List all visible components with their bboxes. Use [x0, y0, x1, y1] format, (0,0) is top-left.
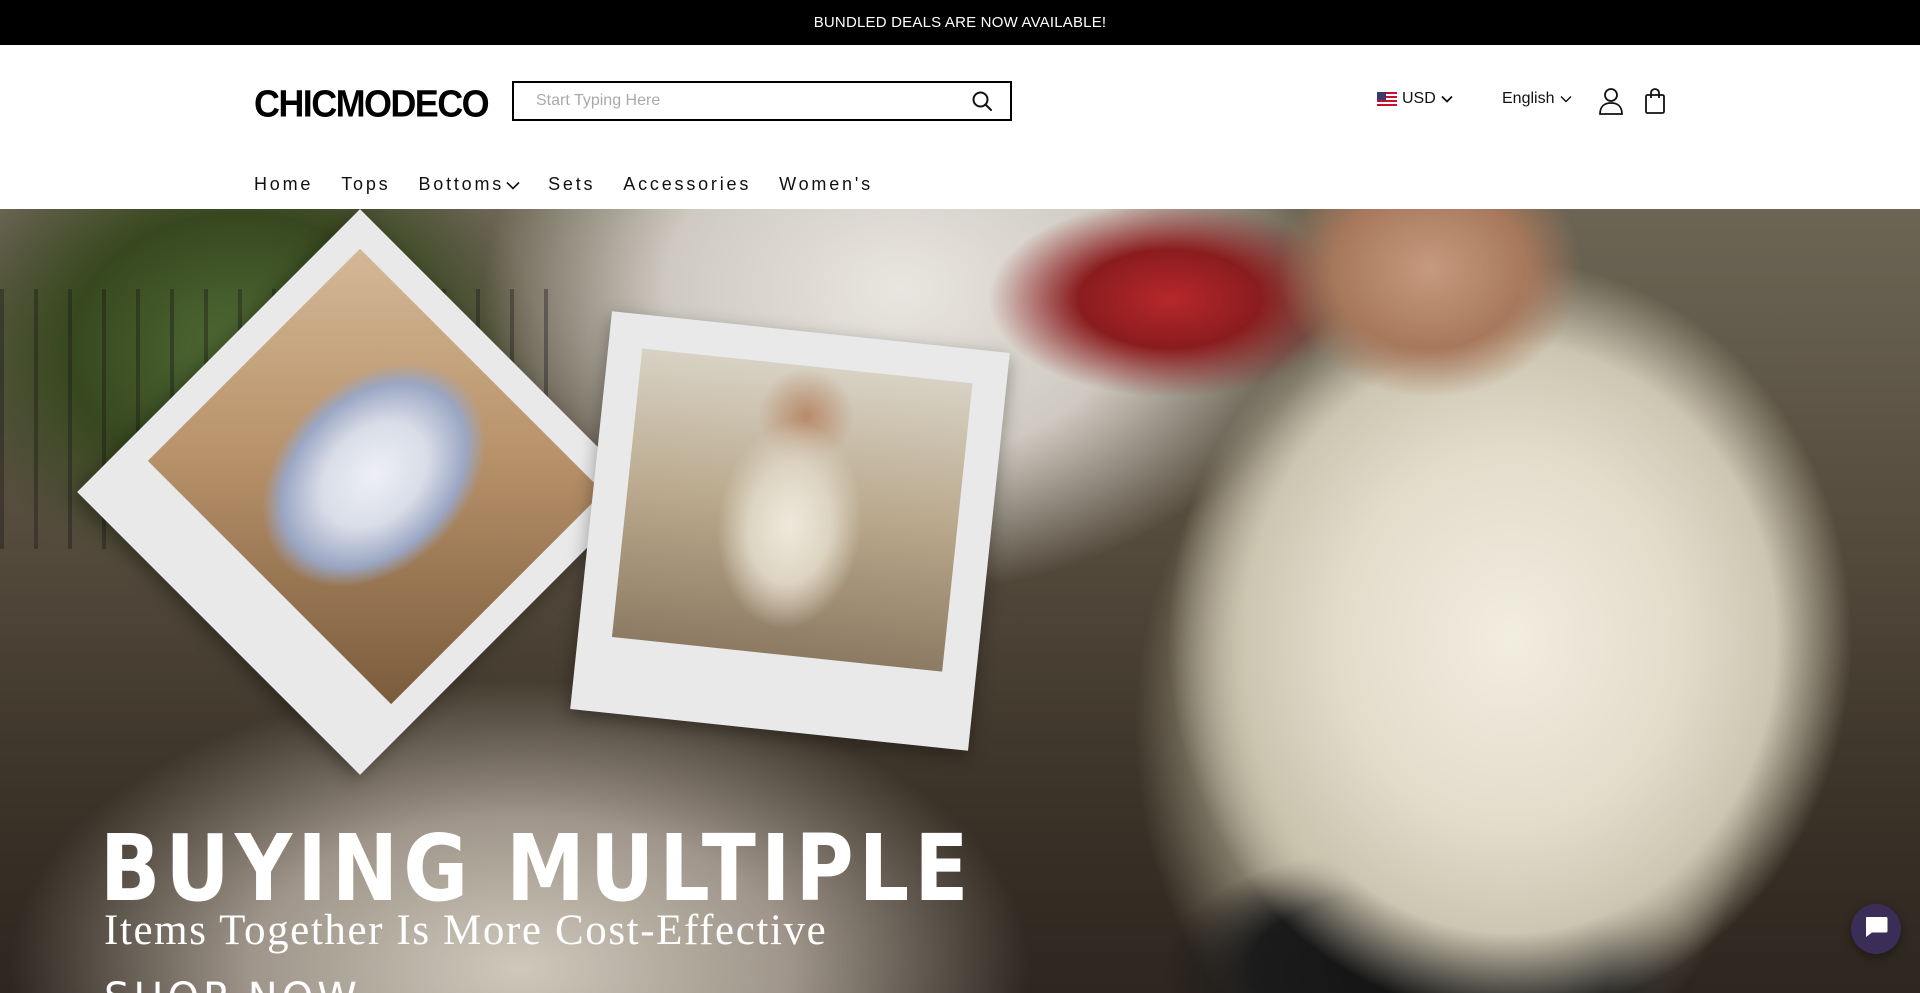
currency-label: USD	[1402, 90, 1436, 107]
nav-item-home[interactable]: Home	[254, 174, 313, 195]
hero-subheadline: Items Together Is More Cost-Effective	[104, 907, 828, 954]
search-icon[interactable]	[954, 83, 1010, 119]
hero-headline: BUYING MULTIPLE	[100, 815, 974, 922]
polaroid-image-2	[611, 348, 973, 672]
nav-item-bottoms[interactable]: Bottoms	[418, 174, 520, 195]
chat-icon	[1863, 915, 1889, 944]
nav-item-label: Women's	[779, 173, 873, 194]
nav-item-label: Home	[254, 173, 314, 194]
chevron-down-icon	[1560, 90, 1572, 108]
nav-item-accessories[interactable]: Accessories	[623, 174, 751, 195]
chevron-down-icon	[506, 174, 520, 195]
user-icon[interactable]	[1598, 87, 1624, 115]
announcement-bar: BUNDLED DEALS ARE NOW AVAILABLE!	[0, 0, 1920, 45]
shopping-bag-icon[interactable]	[1643, 87, 1667, 115]
chevron-down-icon	[1441, 90, 1453, 108]
currency-selector[interactable]: USD	[1377, 90, 1453, 108]
announcement-text: BUNDLED DEALS ARE NOW AVAILABLE!	[813, 14, 1107, 31]
nav-item-label: Sets	[548, 173, 596, 194]
site-header: CHICMODECO USD English H	[0, 45, 1920, 209]
language-label: English	[1502, 90, 1555, 107]
language-selector[interactable]: English	[1502, 90, 1572, 108]
nav-item-label: Bottoms	[418, 173, 505, 194]
nav-item-label: Tops	[341, 173, 391, 194]
nav-item-label: Accessories	[623, 173, 752, 194]
nav-item-tops[interactable]: Tops	[341, 174, 390, 195]
hero-model-image	[1070, 209, 1920, 993]
chat-button[interactable]	[1851, 904, 1901, 954]
nav-item-sets[interactable]: Sets	[548, 174, 595, 195]
nav-item-womens[interactable]: Women's	[779, 174, 873, 195]
hero-banner[interactable]: BUYING MULTIPLE Items Together Is More C…	[0, 209, 1920, 993]
main-nav: Home Tops Bottoms Sets Accessories Women…	[254, 172, 901, 196]
search-input[interactable]	[514, 83, 954, 119]
us-flag-icon	[1377, 92, 1397, 106]
polaroid-photo-2	[570, 311, 1010, 751]
shop-now-button[interactable]: SHOP NOW	[104, 975, 361, 993]
site-logo[interactable]: CHICMODECO	[254, 80, 490, 128]
search-bar	[512, 81, 1012, 121]
